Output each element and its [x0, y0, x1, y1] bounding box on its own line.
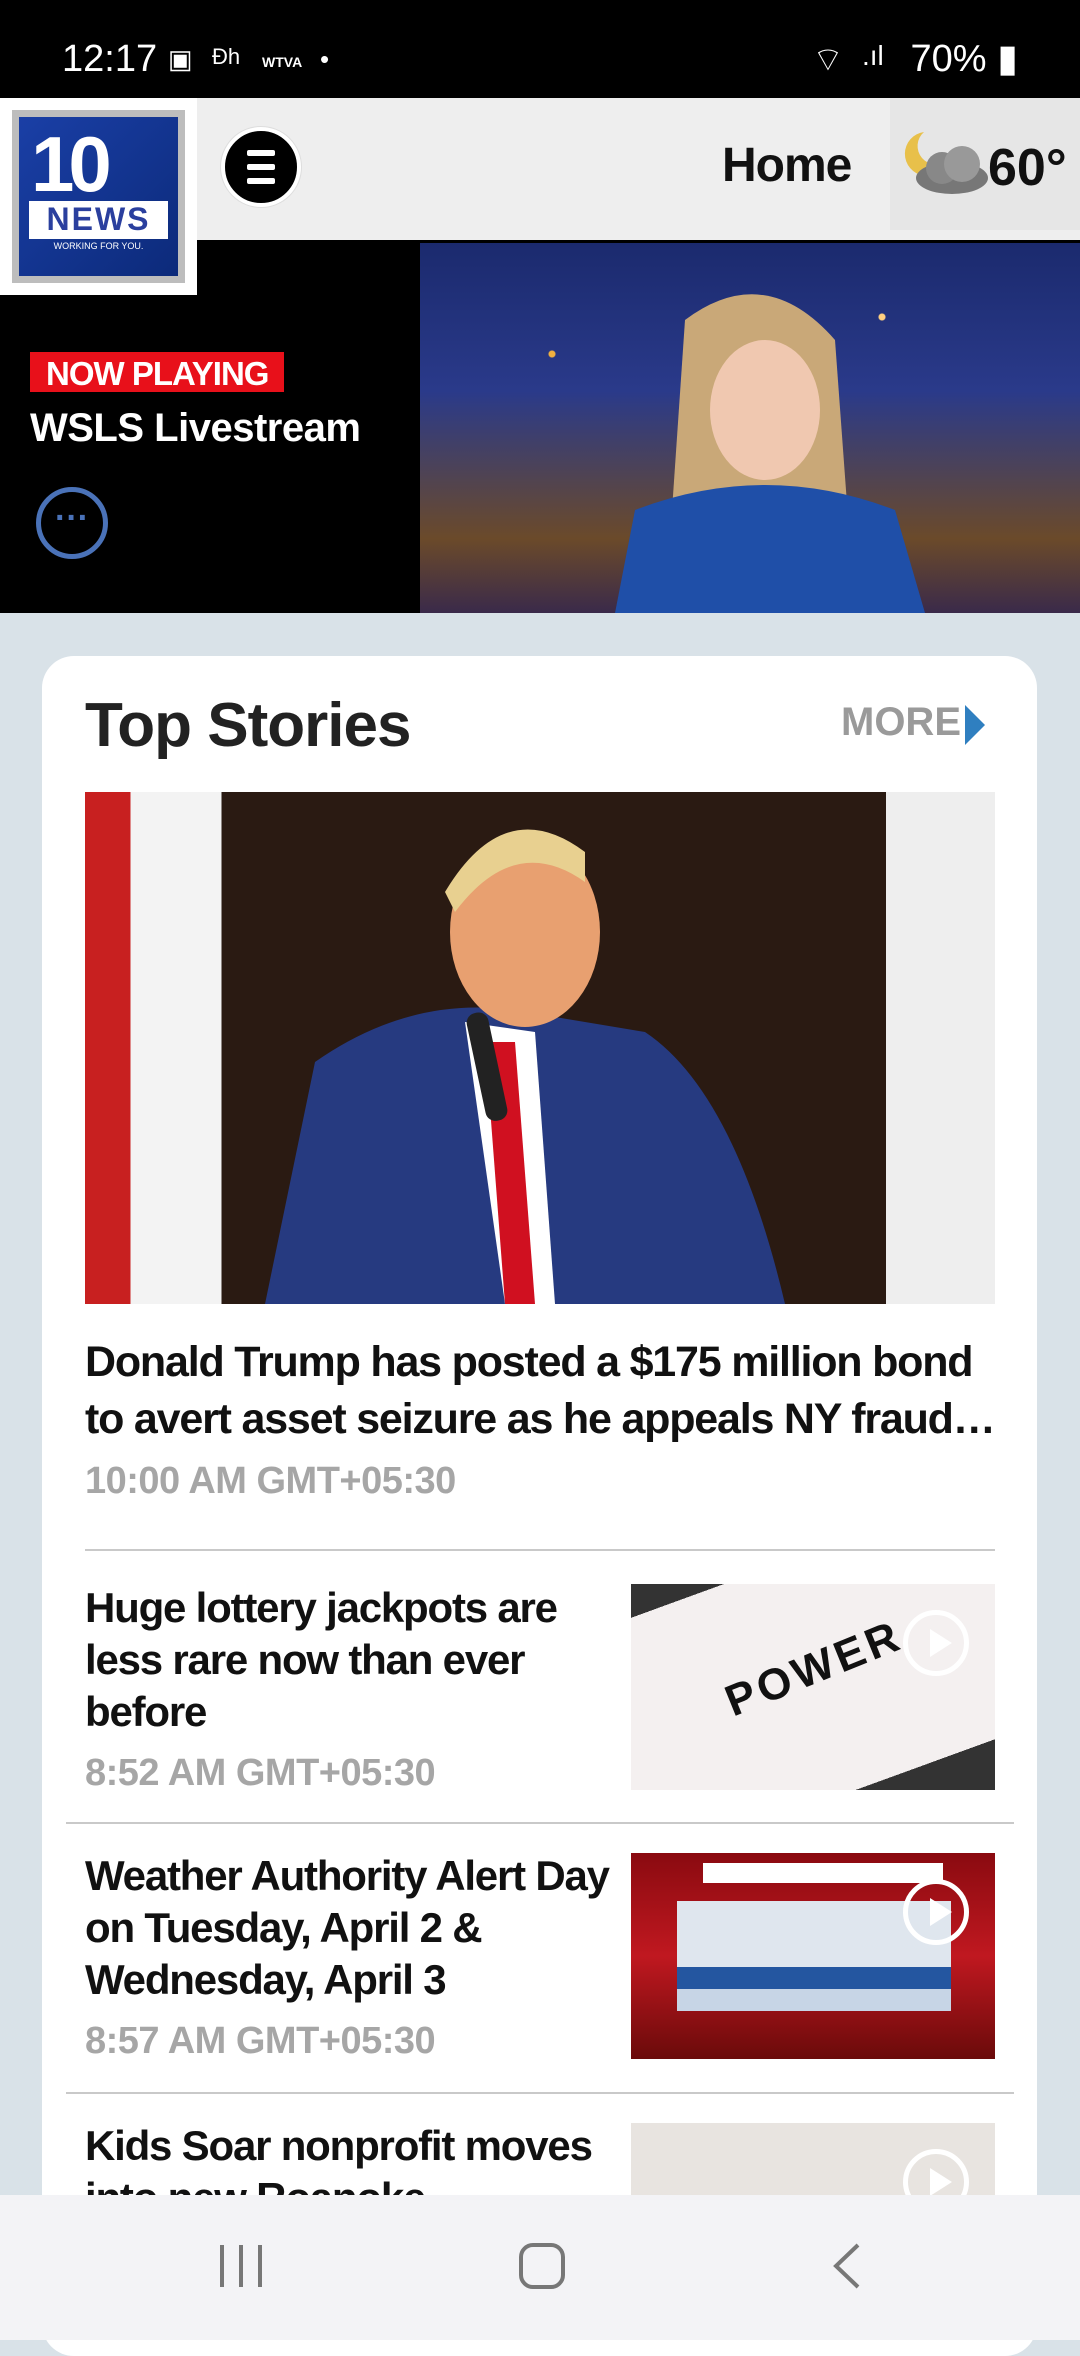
divider [66, 2092, 1014, 2094]
back-icon[interactable] [830, 2241, 864, 2291]
dh-icon: Ɖh [212, 44, 241, 69]
story-thumbnail[interactable] [631, 1853, 995, 2059]
story-headline[interactable]: Huge lottery jackpots are less rare now … [85, 1582, 615, 1738]
now-playing-badge: NOW PLAYING [30, 352, 285, 392]
news-anchor-image [615, 294, 925, 613]
story-thumbnail[interactable]: POWER [631, 1584, 995, 1790]
play-icon [903, 1610, 969, 1676]
chevron-right-icon[interactable] [965, 705, 985, 745]
hamburger-icon [247, 150, 275, 156]
battery-level: 70% ▮ [910, 38, 1018, 80]
signal-icon: .ıl [862, 40, 884, 71]
page-title: Home [722, 139, 852, 192]
dot-icon: • [320, 44, 330, 74]
more-options-button[interactable]: ··· [36, 487, 108, 559]
story-time: 8:57 AM GMT+05:30 [85, 2020, 436, 2062]
image-icon: ▣ [168, 44, 193, 74]
wtva-icon: WTVA [262, 54, 303, 70]
menu-button[interactable] [221, 127, 301, 207]
story-time: 8:52 AM GMT+05:30 [85, 1752, 436, 1794]
ellipsis-icon: ··· [55, 499, 89, 537]
logo-tagline: WORKING FOR YOU. [53, 241, 144, 251]
hero-headline[interactable]: Donald Trump has posted a $175 million b… [85, 1334, 1000, 1448]
station-logo[interactable]: 10 NEWS WORKING FOR YOU. [0, 98, 197, 295]
hero-story-image[interactable] [85, 792, 995, 1304]
story-headline[interactable]: Weather Authority Alert Day on Tuesday, … [85, 1850, 615, 2006]
play-icon [903, 1879, 969, 1945]
more-link[interactable]: MORE [841, 700, 961, 745]
wifi-icon: ⌔ [812, 41, 844, 79]
partly-cloudy-night-icon [904, 132, 988, 194]
weather-temp: 60° [988, 139, 1067, 197]
divider [85, 1549, 995, 1551]
hero-time: 10:00 AM GMT+05:30 [85, 1460, 456, 1502]
weather-button[interactable]: 60° [890, 98, 1080, 230]
home-icon[interactable] [518, 2241, 566, 2291]
system-nav-bar [0, 2195, 1080, 2340]
logo-number: 10 [31, 120, 112, 208]
livestream-title[interactable]: WSLS Livestream [30, 406, 361, 451]
section-title: Top Stories [85, 691, 411, 760]
recent-apps-icon[interactable] [218, 2241, 264, 2291]
logo-word: NEWS [29, 201, 168, 239]
status-time: 12:17 [62, 38, 158, 80]
status-bar: 12:17 ▣ Ɖh WTVA • ⌔ .ıl 70% ▮ [0, 0, 1080, 98]
divider [66, 1822, 1014, 1824]
